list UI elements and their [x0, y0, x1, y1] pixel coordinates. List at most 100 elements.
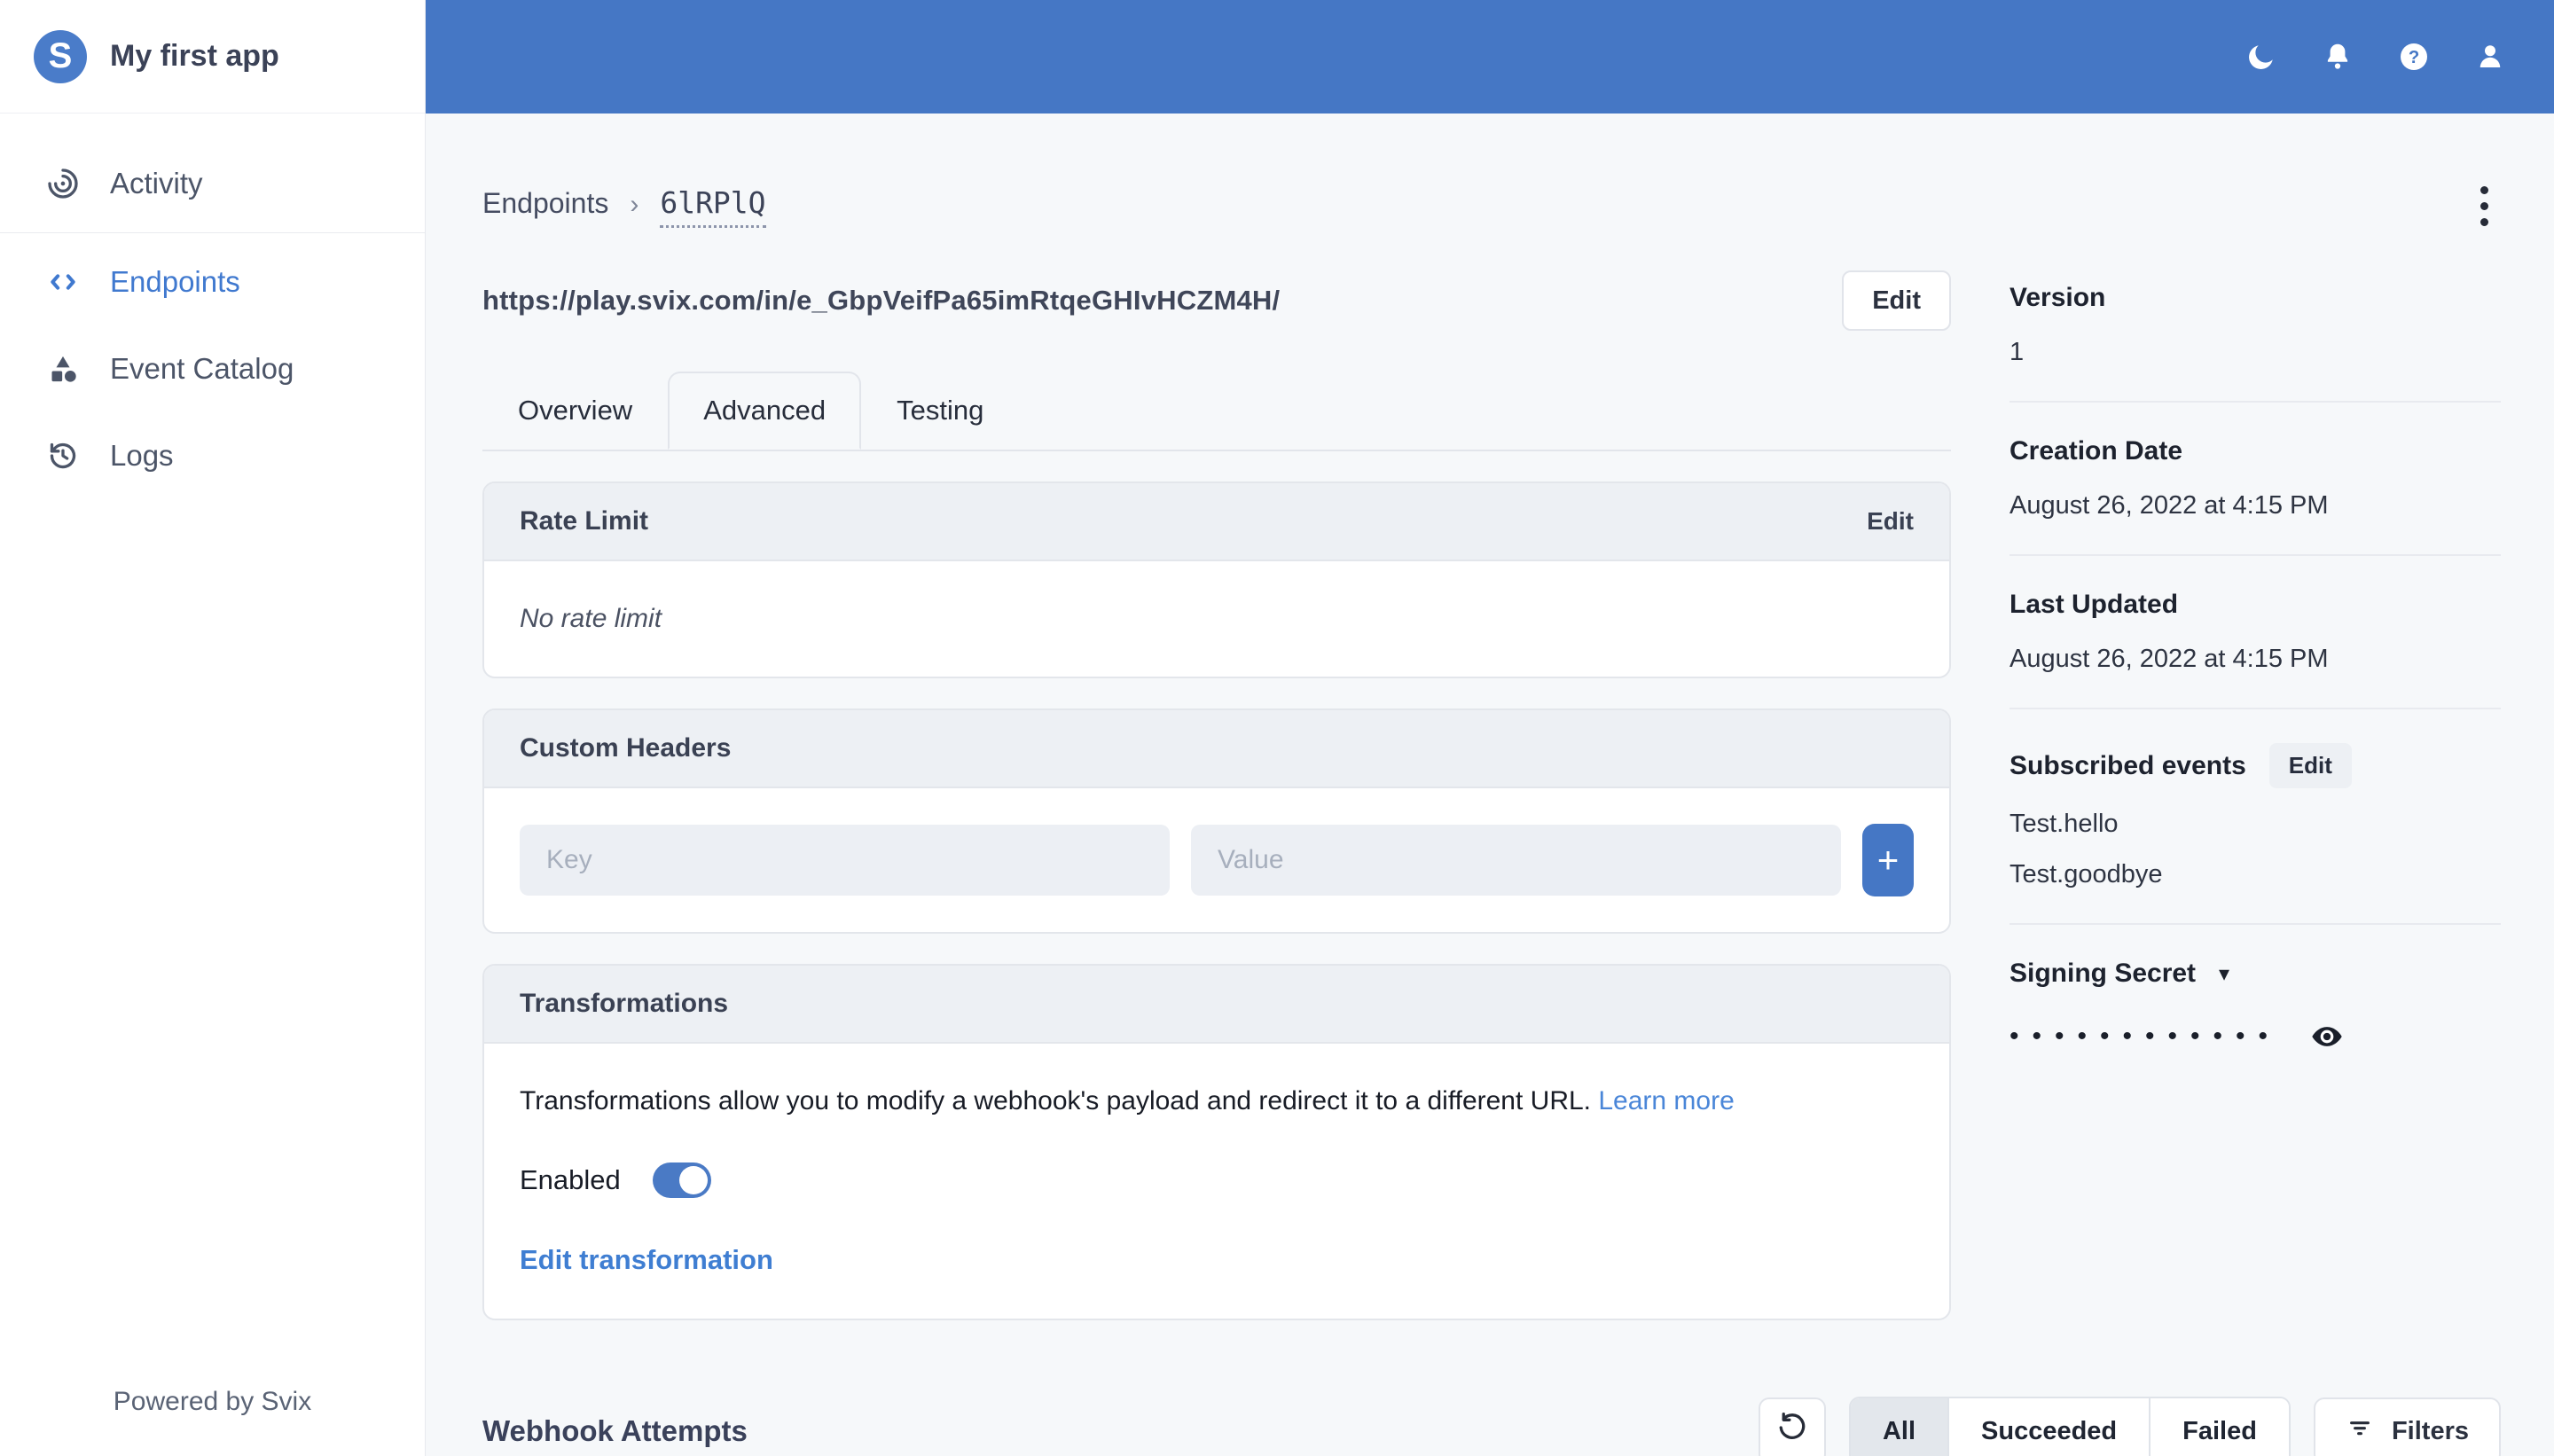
reveal-secret-eye-icon[interactable]: [2309, 1019, 2345, 1054]
sidebar-item-activity[interactable]: Activity: [0, 140, 425, 227]
subscribed-events-edit-button[interactable]: Edit: [2268, 743, 2352, 788]
sidebar-nav: Activity Endpoints Event Catalog Logs: [0, 114, 425, 499]
rate-limit-title: Rate Limit: [520, 506, 649, 536]
sidebar-item-logs[interactable]: Logs: [0, 412, 425, 499]
webhook-attempts-title: Webhook Attempts: [482, 1414, 748, 1447]
notifications-bell-icon[interactable]: [2322, 41, 2354, 73]
transformations-title: Transformations: [520, 989, 729, 1018]
topbar: ?: [426, 0, 2554, 114]
divider: [2010, 923, 2501, 925]
divider: [2010, 554, 2501, 556]
rate-limit-empty-text: No rate limit: [520, 604, 662, 633]
filter-icon: [2346, 1413, 2374, 1449]
last-updated-value: August 26, 2022 at 4:15 PM: [2010, 645, 2329, 673]
enabled-label: Enabled: [520, 1164, 621, 1195]
toggle-knob: [678, 1166, 708, 1194]
creation-date-label: Creation Date: [2010, 436, 2183, 466]
sidebar: S My first app Activity Endpoints Event …: [0, 0, 426, 1456]
breadcrumb: Endpoints › 6lRPlQ: [482, 185, 766, 228]
breadcrumb-endpoints-link[interactable]: Endpoints: [482, 187, 608, 220]
webhook-attempts-row: Webhook Attempts All Succeeded Failed Fi…: [482, 1397, 2501, 1456]
divider: [2010, 401, 2501, 403]
dark-mode-moon-icon[interactable]: [2245, 41, 2277, 73]
signing-secret-value-row: ••••••••••••: [2010, 1019, 2501, 1054]
endpoint-url-row: https://play.svix.com/in/e_GbpVeifPa65im…: [482, 270, 1951, 331]
filters-button[interactable]: Filters: [2313, 1397, 2501, 1456]
edit-url-button[interactable]: Edit: [1842, 270, 1951, 331]
subscribed-event: Test.hello: [2010, 810, 2119, 838]
header-key-input[interactable]: [520, 825, 1170, 896]
transformations-description-text: Transformations allow you to modify a we…: [520, 1086, 1592, 1115]
event-catalog-icon: [44, 350, 82, 387]
custom-headers-form: +: [520, 824, 1914, 896]
filter-succeeded-button[interactable]: Succeeded: [1947, 1398, 2150, 1456]
app-title: My first app: [110, 39, 279, 73]
learn-more-link[interactable]: Learn more: [1598, 1086, 1734, 1115]
breadcrumb-separator: ›: [630, 189, 639, 219]
endpoint-url: https://play.svix.com/in/e_GbpVeifPa65im…: [482, 285, 1281, 316]
refresh-icon: [1776, 1412, 1808, 1451]
user-icon[interactable]: [2474, 41, 2506, 73]
tabs: Overview Advanced Testing: [482, 372, 1951, 451]
filter-all-button[interactable]: All: [1850, 1398, 1948, 1456]
attempts-controls: All Succeeded Failed Filters: [1758, 1397, 2501, 1456]
transformations-description: Transformations allow you to modify a we…: [520, 1083, 1914, 1120]
signing-secret-masked: ••••••••••••: [2010, 1022, 2282, 1051]
sidebar-item-event-catalog[interactable]: Event Catalog: [0, 325, 425, 412]
filters-button-label: Filters: [2391, 1416, 2469, 1445]
logs-icon: [44, 437, 82, 474]
enabled-row: Enabled: [520, 1162, 1914, 1198]
endpoint-panel: https://play.svix.com/in/e_GbpVeifPa65im…: [482, 270, 1951, 1320]
signing-secret-row: Signing Secret ▾: [2010, 959, 2501, 989]
filter-failed-button[interactable]: Failed: [2149, 1398, 2289, 1456]
kebab-menu-icon[interactable]: [2468, 177, 2501, 235]
refresh-button[interactable]: [1758, 1397, 1826, 1456]
rate-limit-header: Rate Limit Edit: [484, 483, 1949, 561]
creation-date-value: August 26, 2022 at 4:15 PM: [2010, 491, 2329, 520]
powered-by-svix[interactable]: Powered by Svix: [0, 1387, 425, 1417]
transformations-enabled-toggle[interactable]: [652, 1162, 711, 1198]
custom-headers-body: +: [484, 788, 1949, 932]
transformations-body: Transformations allow you to modify a we…: [484, 1044, 1949, 1319]
subscribed-events-row: Subscribed events Edit: [2010, 743, 2501, 788]
custom-headers-card: Custom Headers +: [482, 708, 1951, 934]
signing-secret-label: Signing Secret: [2010, 959, 2197, 988]
divider: [0, 232, 425, 233]
sidebar-item-label: Event Catalog: [110, 352, 294, 385]
version-value: 1: [2010, 338, 2025, 366]
add-header-button[interactable]: +: [1862, 824, 1914, 896]
last-updated-label: Last Updated: [2010, 590, 2179, 619]
divider: [2010, 708, 2501, 709]
rate-limit-card: Rate Limit Edit No rate limit: [482, 481, 1951, 678]
edit-transformation-link[interactable]: Edit transformation: [520, 1244, 1914, 1276]
tab-testing[interactable]: Testing: [861, 372, 1019, 450]
help-icon[interactable]: ?: [2398, 41, 2430, 73]
chevron-down-icon[interactable]: ▾: [2219, 961, 2229, 987]
attempts-filter-segmented: All Succeeded Failed: [1848, 1397, 2291, 1456]
transformations-header: Transformations: [484, 966, 1949, 1044]
header-value-input[interactable]: [1191, 825, 1841, 896]
sidebar-item-label: Activity: [110, 167, 203, 200]
rate-limit-edit-button[interactable]: Edit: [1867, 507, 1914, 536]
svix-logo-letter: S: [48, 36, 73, 75]
breadcrumb-endpoint-id[interactable]: 6lRPlQ: [660, 185, 766, 228]
plus-icon: +: [1876, 839, 1900, 881]
tab-advanced[interactable]: Advanced: [668, 372, 862, 450]
tab-overview[interactable]: Overview: [482, 372, 668, 450]
endpoints-icon: [44, 263, 82, 301]
main-content: Endpoints › 6lRPlQ https://play.svix.com…: [426, 114, 2554, 1456]
svix-logo[interactable]: S: [34, 29, 87, 83]
app-header: S My first app: [0, 0, 425, 114]
rate-limit-body: No rate limit: [484, 561, 1949, 677]
sidebar-item-label: Logs: [110, 439, 174, 472]
transformations-card: Transformations Transformations allow yo…: [482, 964, 1951, 1320]
breadcrumb-row: Endpoints › 6lRPlQ: [482, 177, 2501, 235]
custom-headers-title: Custom Headers: [520, 733, 732, 763]
activity-icon: [44, 165, 82, 202]
sidebar-item-label: Endpoints: [110, 265, 240, 298]
subscribed-events-label: Subscribed events: [2010, 750, 2246, 780]
version-label: Version: [2010, 283, 2106, 312]
endpoint-details-panel: Version 1 Creation Date August 26, 2022 …: [2010, 270, 2501, 1320]
custom-headers-header: Custom Headers: [484, 710, 1949, 788]
sidebar-item-endpoints[interactable]: Endpoints: [0, 239, 425, 325]
